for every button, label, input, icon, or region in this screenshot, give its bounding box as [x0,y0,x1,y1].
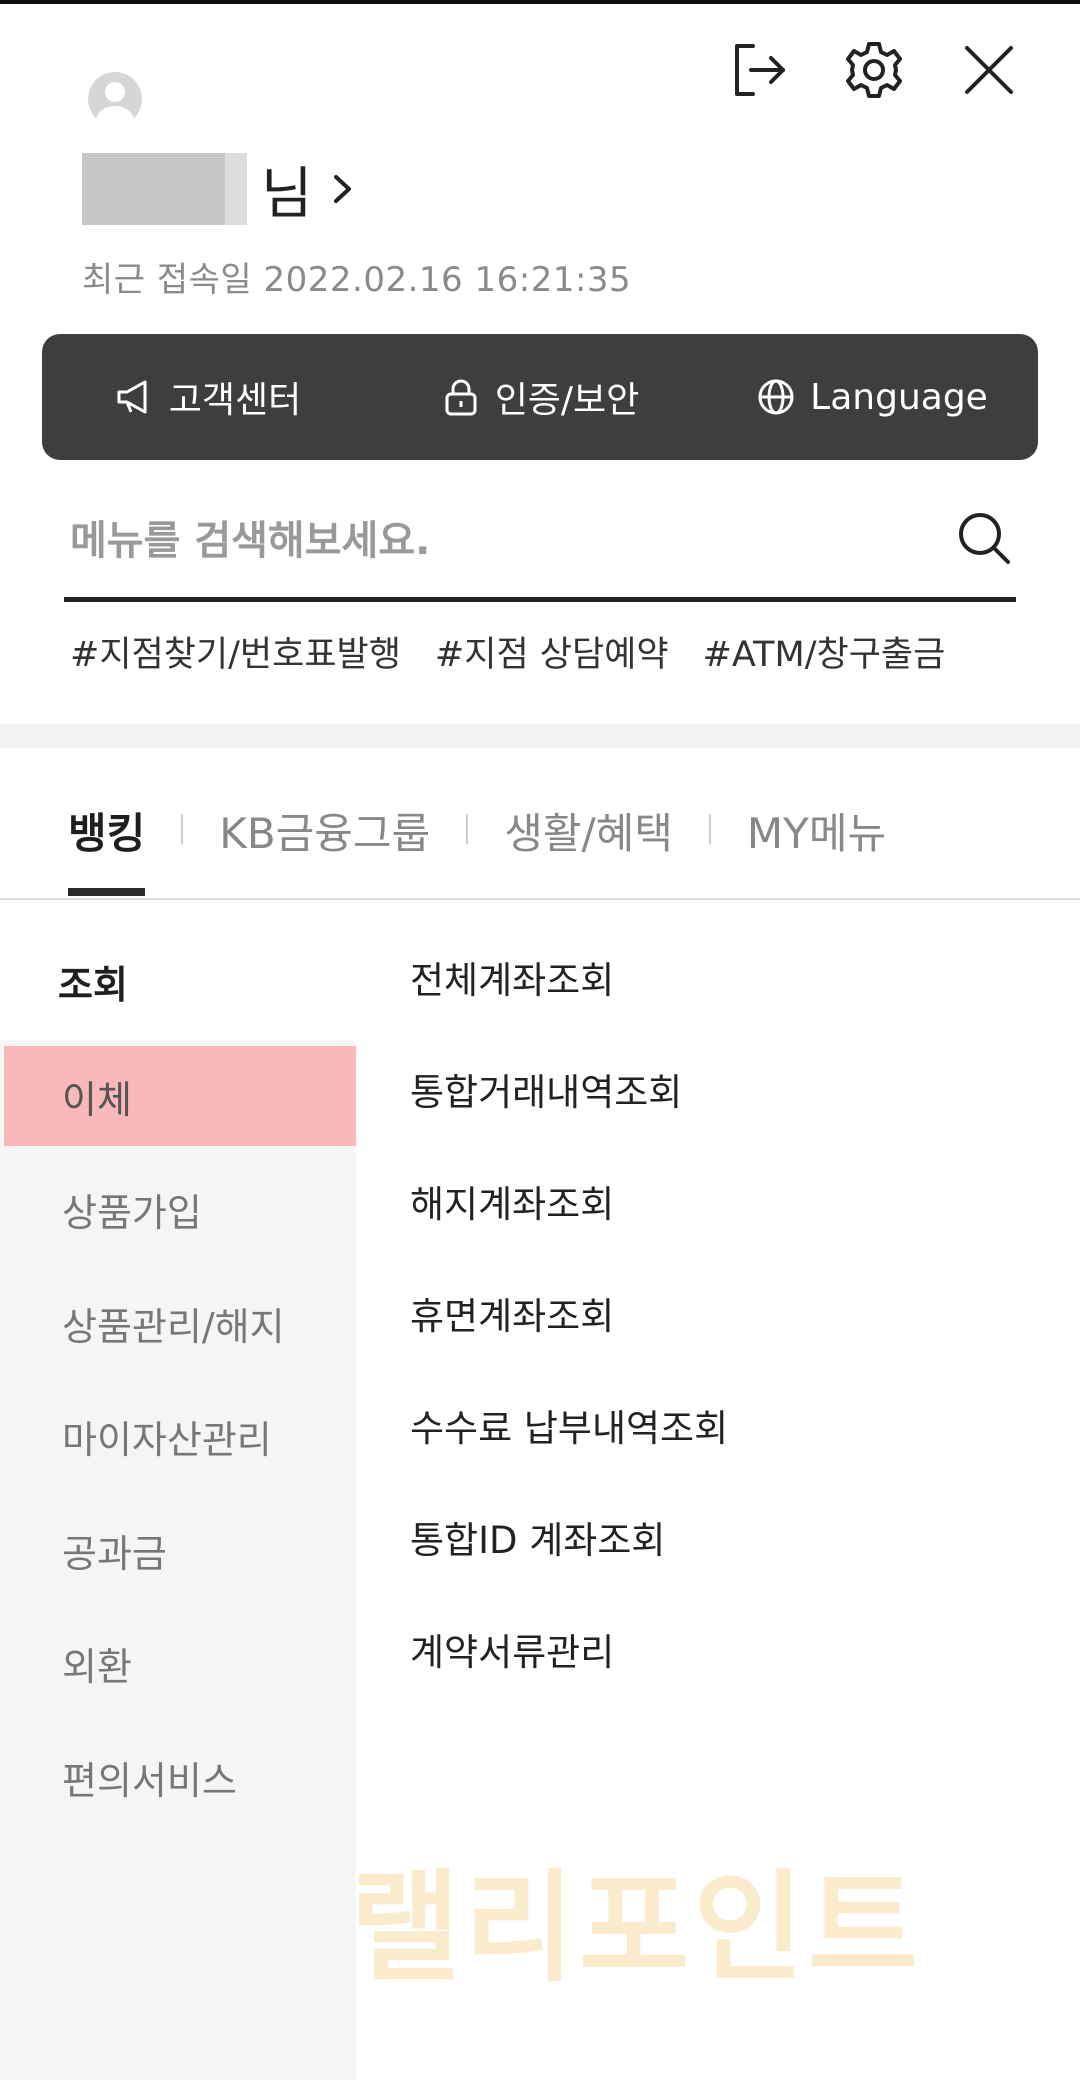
customer-center-button[interactable]: 고객센터 [42,371,374,423]
logout-icon[interactable] [723,34,795,106]
name-suffix: 님 [261,161,313,227]
lock-icon [445,379,477,416]
submenu-dormant-accounts[interactable]: 휴면계좌조회 [410,1286,1010,1340]
submenu-all-accounts[interactable]: 전체계좌조회 [410,950,1010,1004]
submenu-integrated-transactions[interactable]: 통합거래내역조회 [410,1062,1010,1116]
tabs-underline [0,898,1080,900]
sidebar-item-product-management[interactable]: 상품관리/해지 [4,1273,356,1373]
tab-separator [708,814,711,844]
submenu-integrated-id-accounts[interactable]: 통합ID 계좌조회 [410,1510,1010,1564]
menu-search-box [64,478,1016,602]
hashtag-branch-finder[interactable]: #지점찾기/번호표발행 [70,626,401,677]
sidebar-item-transfer[interactable]: 이체 [4,1046,356,1146]
language-button[interactable]: Language [706,377,1038,418]
masked-user-name [82,153,247,225]
sidebar-item-convenience[interactable]: 편의서비스 [4,1727,356,1827]
submenu-closed-accounts[interactable]: 해지계좌조회 [410,1174,1010,1228]
tab-separator [181,814,184,844]
section-divider [0,724,1080,748]
quick-menu-bar: 고객센터 인증/보안 Language [42,334,1038,460]
security-label: 인증/보안 [494,380,640,421]
category-tabs: 뱅킹 KB금융그룹 생활/혜택 MY메뉴 [68,800,886,900]
globe-icon [758,379,794,415]
avatar [88,72,142,126]
sidebar-item-inquiry[interactable]: 조회 [0,922,356,1040]
tab-separator [466,814,469,844]
hashtag-list: #지점찾기/번호표발행 #지점 상담예약 #ATM/창구출금 [70,626,979,677]
search-icon[interactable] [954,508,1014,568]
submenu-fee-payment-history[interactable]: 수수료 납부내역조회 [410,1398,1010,1452]
sidebar-item-foreign-exchange[interactable]: 외환 [4,1613,356,1713]
watermark: 랠리포인트 [350,1859,922,1998]
user-name-link[interactable]: 님 [82,152,357,227]
sidebar-item-product-signup[interactable]: 상품가입 [4,1159,356,1259]
tab-life-benefits[interactable]: 생활/혜택 [504,800,673,898]
tab-my-menu[interactable]: MY메뉴 [747,800,886,898]
last-login-text: 최근 접속일 2022.02.16 16:21:35 [82,260,632,300]
sidebar-item-utility-bills[interactable]: 공과금 [4,1500,356,1600]
megaphone-icon [117,380,147,414]
category-sidebar: 조회 이체 상품가입 상품관리/해지 마이자산관리 공과금 외환 편의서비스 [0,922,356,2080]
security-button[interactable]: 인증/보안 [374,371,706,423]
chevron-right-icon [333,175,351,203]
hashtag-branch-reservation[interactable]: #지점 상담예약 [435,626,669,677]
submenu-contract-documents[interactable]: 계약서류관리 [410,1622,1010,1676]
tab-kb-financial-group[interactable]: KB금융그룹 [219,800,430,898]
menu-search-input[interactable] [68,508,932,574]
tab-banking[interactable]: 뱅킹 [68,800,146,898]
settings-icon[interactable] [838,34,910,106]
language-label: Language [810,376,988,418]
top-border [0,0,1080,4]
customer-center-label: 고객센터 [168,380,302,421]
sidebar-item-my-assets[interactable]: 마이자산관리 [4,1386,356,1486]
hashtag-atm-withdrawal[interactable]: #ATM/창구출금 [703,626,946,677]
close-icon[interactable] [953,34,1025,106]
